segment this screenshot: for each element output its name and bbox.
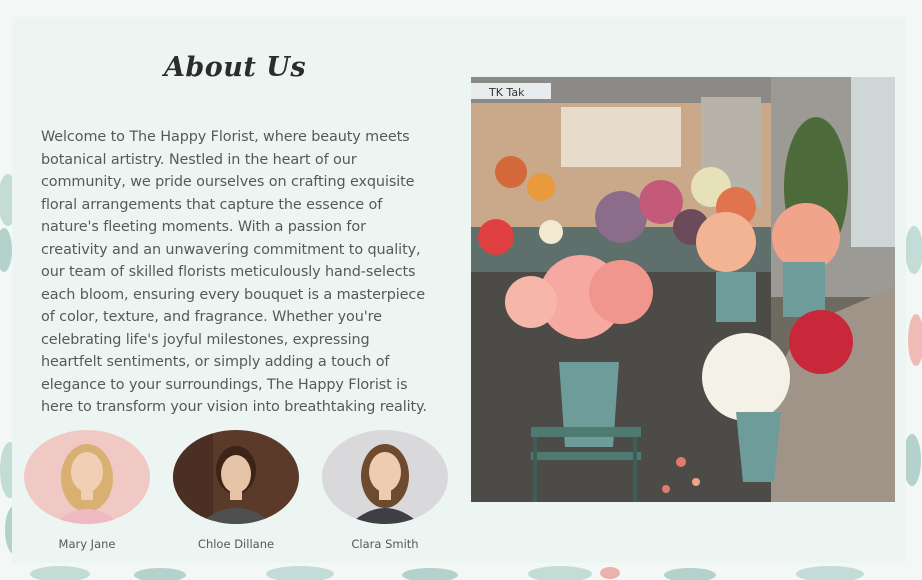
shop-sign-text: TK Tak	[488, 86, 525, 99]
member-name: Clara Smith	[351, 537, 419, 551]
member-name: Mary Jane	[58, 537, 116, 551]
mary-jane-photo	[24, 430, 150, 524]
about-description: Welcome to The Happy Florist, where beau…	[41, 129, 427, 415]
member-name: Chloe Dillane	[197, 537, 275, 551]
about-title: About Us	[163, 52, 307, 83]
team-member-clara-smith: Clara Smith	[321, 430, 449, 551]
flower-shop-photo: TK Tak	[471, 77, 895, 502]
chloe-dillane-photo	[173, 430, 299, 524]
team-member-chloe-dillane: Chloe Dillane	[172, 430, 300, 551]
team-member-mary-jane: Mary Jane	[23, 430, 151, 551]
clara-smith-photo	[322, 430, 448, 524]
